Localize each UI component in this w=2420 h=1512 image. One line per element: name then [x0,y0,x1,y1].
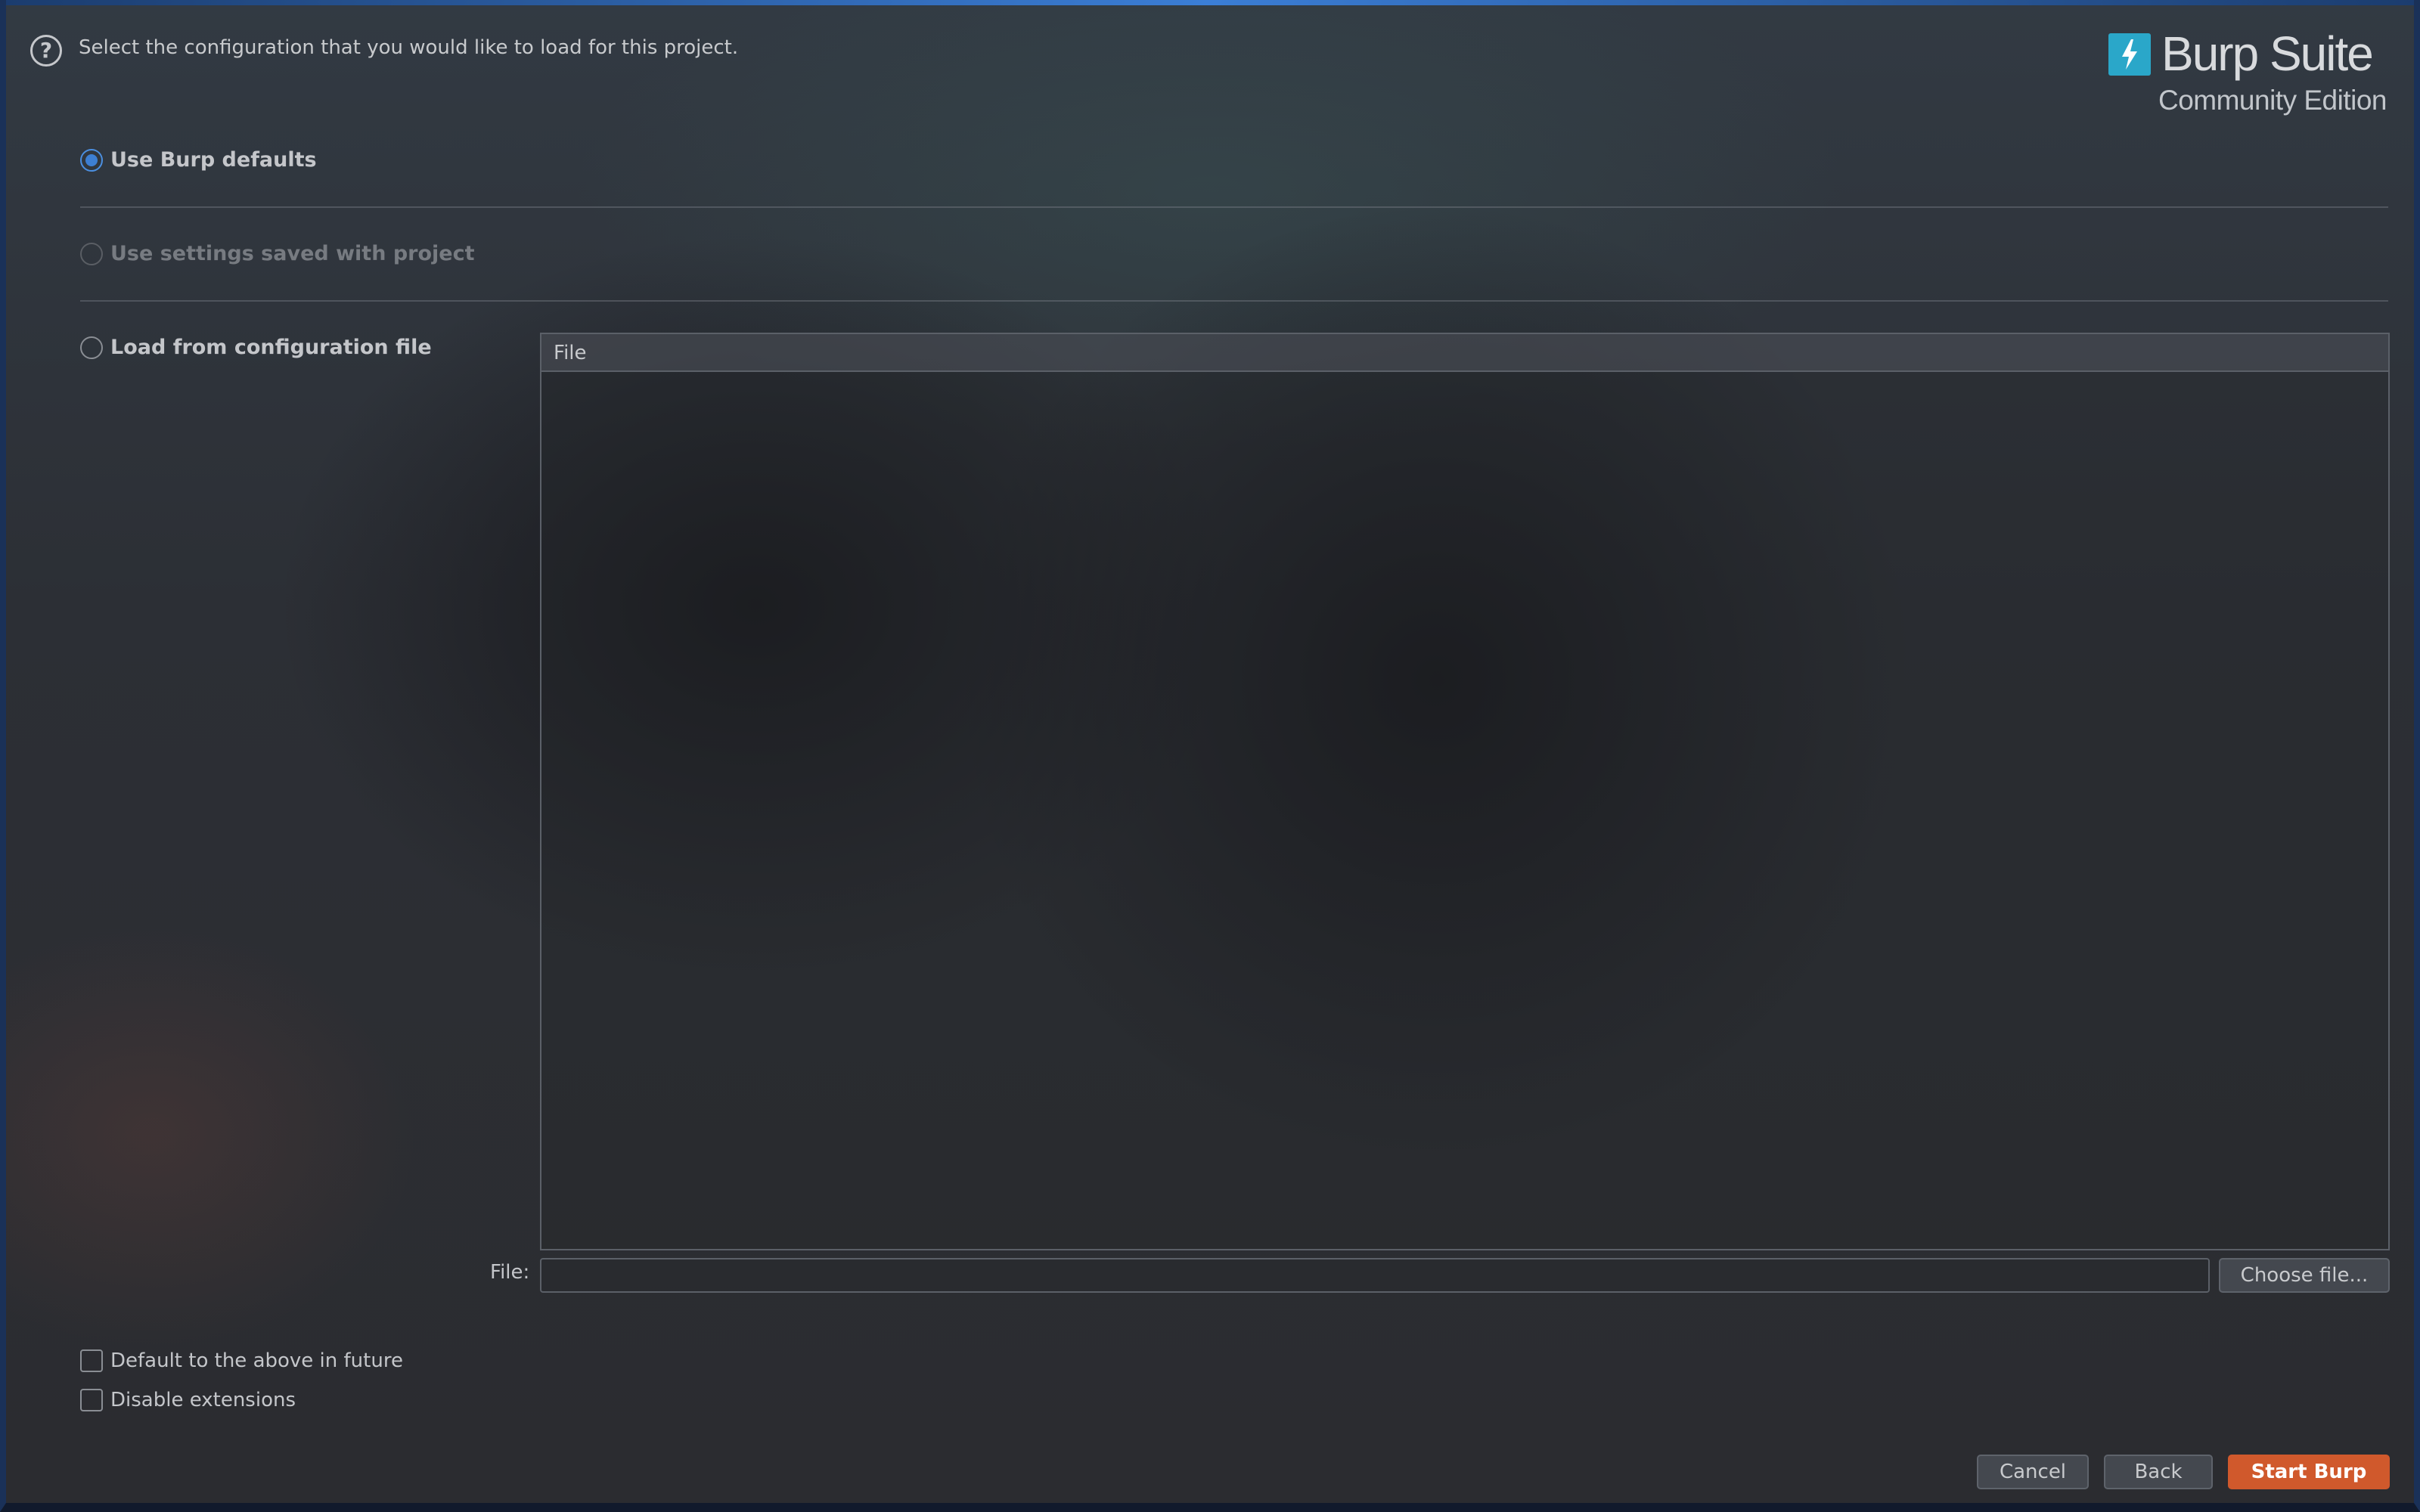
option-load-config-file[interactable]: Load from configuration file [80,336,432,359]
logo-title: Burp Suite [2161,26,2374,81]
radio-button[interactable] [80,336,103,359]
checkbox-label: Disable extensions [110,1389,296,1411]
radio-button-selected[interactable] [80,148,103,172]
start-burp-button[interactable]: Start Burp [2228,1455,2390,1489]
checkbox-box[interactable] [80,1349,103,1372]
option-use-burp-defaults[interactable]: Use Burp defaults [80,148,317,172]
choose-file-button[interactable]: Choose file... [2219,1258,2390,1293]
option-use-saved-settings: Use settings saved with project [80,242,475,265]
question-mark-icon[interactable]: ? [30,35,62,67]
file-path-input[interactable] [540,1258,2210,1293]
lightning-bolt-icon [2108,33,2151,76]
file-field-label: File: [490,1261,530,1284]
checkbox-box[interactable] [80,1389,103,1411]
separator [80,206,2388,208]
back-button[interactable]: Back [2104,1455,2213,1489]
window-top-border [0,0,2420,5]
checkbox-default-future[interactable]: Default to the above in future [80,1349,403,1372]
instruction-text: Select the configuration that you would … [79,36,739,59]
logo-subtitle: Community Edition [2158,85,2387,116]
table-header-file[interactable]: File [541,334,2388,372]
cancel-button[interactable]: Cancel [1977,1455,2089,1489]
separator [80,300,2388,302]
option-label: Load from configuration file [110,336,432,359]
burp-suite-logo: Burp Suite Community Edition [2108,26,2390,121]
checkbox-disable-extensions[interactable]: Disable extensions [80,1389,296,1411]
option-label: Use settings saved with project [110,242,475,265]
config-dialog-window: ? Select the configuration that you woul… [0,0,2420,1512]
option-label: Use Burp defaults [110,148,317,172]
checkbox-label: Default to the above in future [110,1349,403,1372]
radio-button-disabled [80,242,103,265]
config-file-table[interactable]: File [540,333,2390,1250]
